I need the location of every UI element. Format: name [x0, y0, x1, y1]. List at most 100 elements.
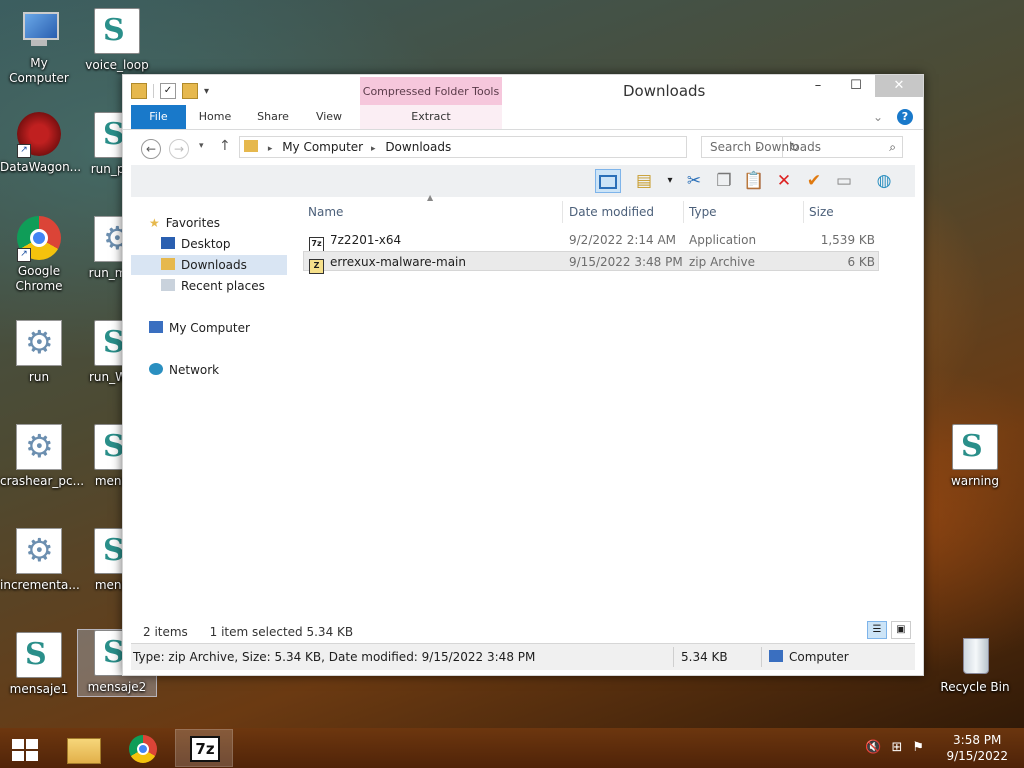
folder-icon[interactable]	[131, 83, 147, 99]
desktop-icon-voice-loop[interactable]: voice_loop	[78, 8, 156, 73]
network-icon	[149, 363, 163, 375]
globe-icon[interactable]: ◍	[871, 169, 897, 193]
copy-icon[interactable]: ❐	[711, 169, 737, 193]
nav-downloads-label: Downloads	[181, 258, 247, 272]
nav-desktop[interactable]: Desktop	[161, 234, 231, 254]
expand-ribbon-icon[interactable]: ⌄	[873, 110, 883, 124]
desktop-icon-label: mensaje2	[87, 680, 147, 694]
table-row[interactable]: Zerrexux-malware-main 9/15/2022 3:48 PM …	[303, 251, 879, 274]
desktop-icon-crashear[interactable]: crashear_pc...	[0, 424, 84, 489]
details-location-label: Computer	[789, 650, 849, 664]
large-icons-view-icon[interactable]: ▣	[891, 621, 911, 639]
quick-access-toolbar: ✓ ▾	[131, 83, 209, 99]
desktop-icon-incrementa[interactable]: incrementa...	[0, 528, 80, 593]
properties-icon[interactable]: ✓	[160, 83, 176, 99]
desktop-icon-mensaje1[interactable]: mensaje1	[0, 632, 78, 697]
column-header-date[interactable]: Date modified	[564, 201, 684, 223]
rename-icon[interactable]: ▭	[831, 169, 857, 193]
computer-icon	[769, 650, 783, 662]
clock-time: 3:58 PM	[953, 733, 1002, 747]
properties-button[interactable]: ▤	[631, 169, 657, 193]
recent-locations-icon[interactable]: ▾	[199, 141, 204, 151]
downloads-folder-icon	[161, 258, 175, 270]
breadcrumb-my-computer[interactable]: My Computer	[282, 137, 363, 157]
details-size: 5.34 KB	[681, 650, 728, 664]
search-input[interactable]: Search Downloads ⌕	[701, 136, 903, 158]
desktop-icon-label: Google Chrome	[15, 264, 63, 293]
address-bar-row: ← → ▾ ↑ ▸ My Computer ▸ Downloads ⌄ ↻ Se…	[123, 131, 923, 163]
help-icon[interactable]: ?	[897, 109, 913, 125]
delete-icon[interactable]: ✕	[771, 169, 797, 193]
cut-icon[interactable]: ✂	[681, 169, 707, 193]
clock[interactable]: 3:58 PM 9/15/2022	[946, 732, 1008, 764]
nav-recent-places[interactable]: Recent places	[161, 276, 265, 296]
script-file-icon	[16, 632, 62, 678]
network-tray-icon[interactable]: ⊞	[891, 740, 902, 755]
action-center-flag-icon[interactable]: ⚑	[912, 740, 924, 755]
search-icon: ⌕	[889, 140, 896, 154]
up-arrow-icon[interactable]: ↑	[219, 138, 231, 154]
start-button[interactable]	[0, 730, 48, 766]
back-button[interactable]: ←	[141, 139, 161, 159]
tab-home[interactable]: Home	[193, 105, 237, 129]
new-folder-icon[interactable]	[182, 83, 198, 99]
settings-file-icon	[16, 424, 62, 470]
nav-network[interactable]: Network	[149, 360, 219, 380]
desktop-icon-label: mensaje1	[9, 682, 69, 696]
column-header-size[interactable]: Size	[804, 201, 882, 223]
paste-icon[interactable]: 📋	[741, 169, 767, 193]
settings-file-icon	[16, 320, 62, 366]
window-controls: – ☐ ✕	[799, 75, 923, 97]
tab-file[interactable]: File	[131, 105, 186, 129]
tab-view[interactable]: View	[307, 105, 351, 129]
title-bar[interactable]: ✓ ▾ Compressed Folder Tools Downloads – …	[123, 75, 923, 105]
customize-qat-icon[interactable]: ▾	[204, 86, 209, 97]
tab-share[interactable]: Share	[251, 105, 295, 129]
recycle-bin-icon	[953, 632, 997, 676]
desktop-icon-recycle-bin[interactable]: Recycle Bin	[936, 632, 1014, 695]
nav-downloads[interactable]: Downloads	[131, 255, 287, 275]
file-type: zip Archive	[689, 255, 755, 269]
desktop-icon-datawagon[interactable]: ↗ DataWagon...	[0, 112, 81, 175]
desktop-icon-run[interactable]: run	[0, 320, 78, 385]
nav-favorites[interactable]: ★ Favorites	[149, 213, 220, 233]
divider	[673, 647, 674, 667]
desktop-icon-google-chrome[interactable]: ↗ Google Chrome	[0, 216, 78, 294]
folder-icon	[244, 140, 258, 152]
maximize-button[interactable]: ☐	[837, 75, 875, 97]
desktop-icon-label: voice_loop	[85, 58, 149, 72]
file-size: 1,539 KB	[820, 233, 875, 247]
tab-extract[interactable]: Extract	[360, 105, 502, 129]
computer-icon	[17, 8, 61, 52]
nav-my-computer[interactable]: My Computer	[149, 318, 250, 338]
script-file-icon	[952, 424, 998, 470]
address-input[interactable]: ▸ My Computer ▸ Downloads ⌄ ↻	[239, 136, 799, 158]
check-icon[interactable]: ✔	[801, 169, 827, 193]
window-title: Downloads	[623, 82, 706, 100]
file-name-cell: Zerrexux-malware-main	[309, 252, 466, 274]
taskbar-chrome[interactable]	[114, 730, 170, 766]
desktop-icon-label: warning	[950, 474, 1000, 488]
column-header-type[interactable]: Type	[684, 201, 804, 223]
column-header-name[interactable]: Name	[303, 201, 563, 223]
forward-button[interactable]: →	[169, 139, 189, 159]
minimize-button[interactable]: –	[799, 75, 837, 97]
desktop-icon-my-computer[interactable]: My Computer	[0, 8, 78, 86]
file-date: 9/2/2022 2:14 AM	[569, 233, 677, 247]
status-bar: 2 items 1 item selected 5.34 KB	[143, 625, 353, 639]
more-options-icon[interactable]: ▾	[657, 169, 683, 193]
desktop-icon-label: My Computer	[9, 56, 69, 85]
desktop-icon-warning[interactable]: warning	[936, 424, 1014, 489]
details-description: Type: zip Archive, Size: 5.34 KB, Date m…	[133, 650, 536, 664]
details-view-icon[interactable]: ☰	[867, 621, 887, 639]
breadcrumb-downloads[interactable]: Downloads	[385, 137, 451, 157]
file-type: Application	[689, 233, 757, 247]
close-button[interactable]: ✕	[875, 75, 923, 97]
taskbar-7zip[interactable]: 7z	[175, 729, 233, 767]
table-row[interactable]: 7z 7z2201-x64 9/2/2022 2:14 AM Applicatio…	[303, 230, 879, 252]
taskbar-file-explorer[interactable]	[54, 730, 110, 766]
desktop-icon-label: incrementa...	[0, 578, 80, 592]
volume-muted-icon[interactable]: 🔇	[865, 740, 881, 755]
preview-pane-button[interactable]	[595, 169, 621, 193]
item-count: 2 items	[143, 625, 188, 639]
